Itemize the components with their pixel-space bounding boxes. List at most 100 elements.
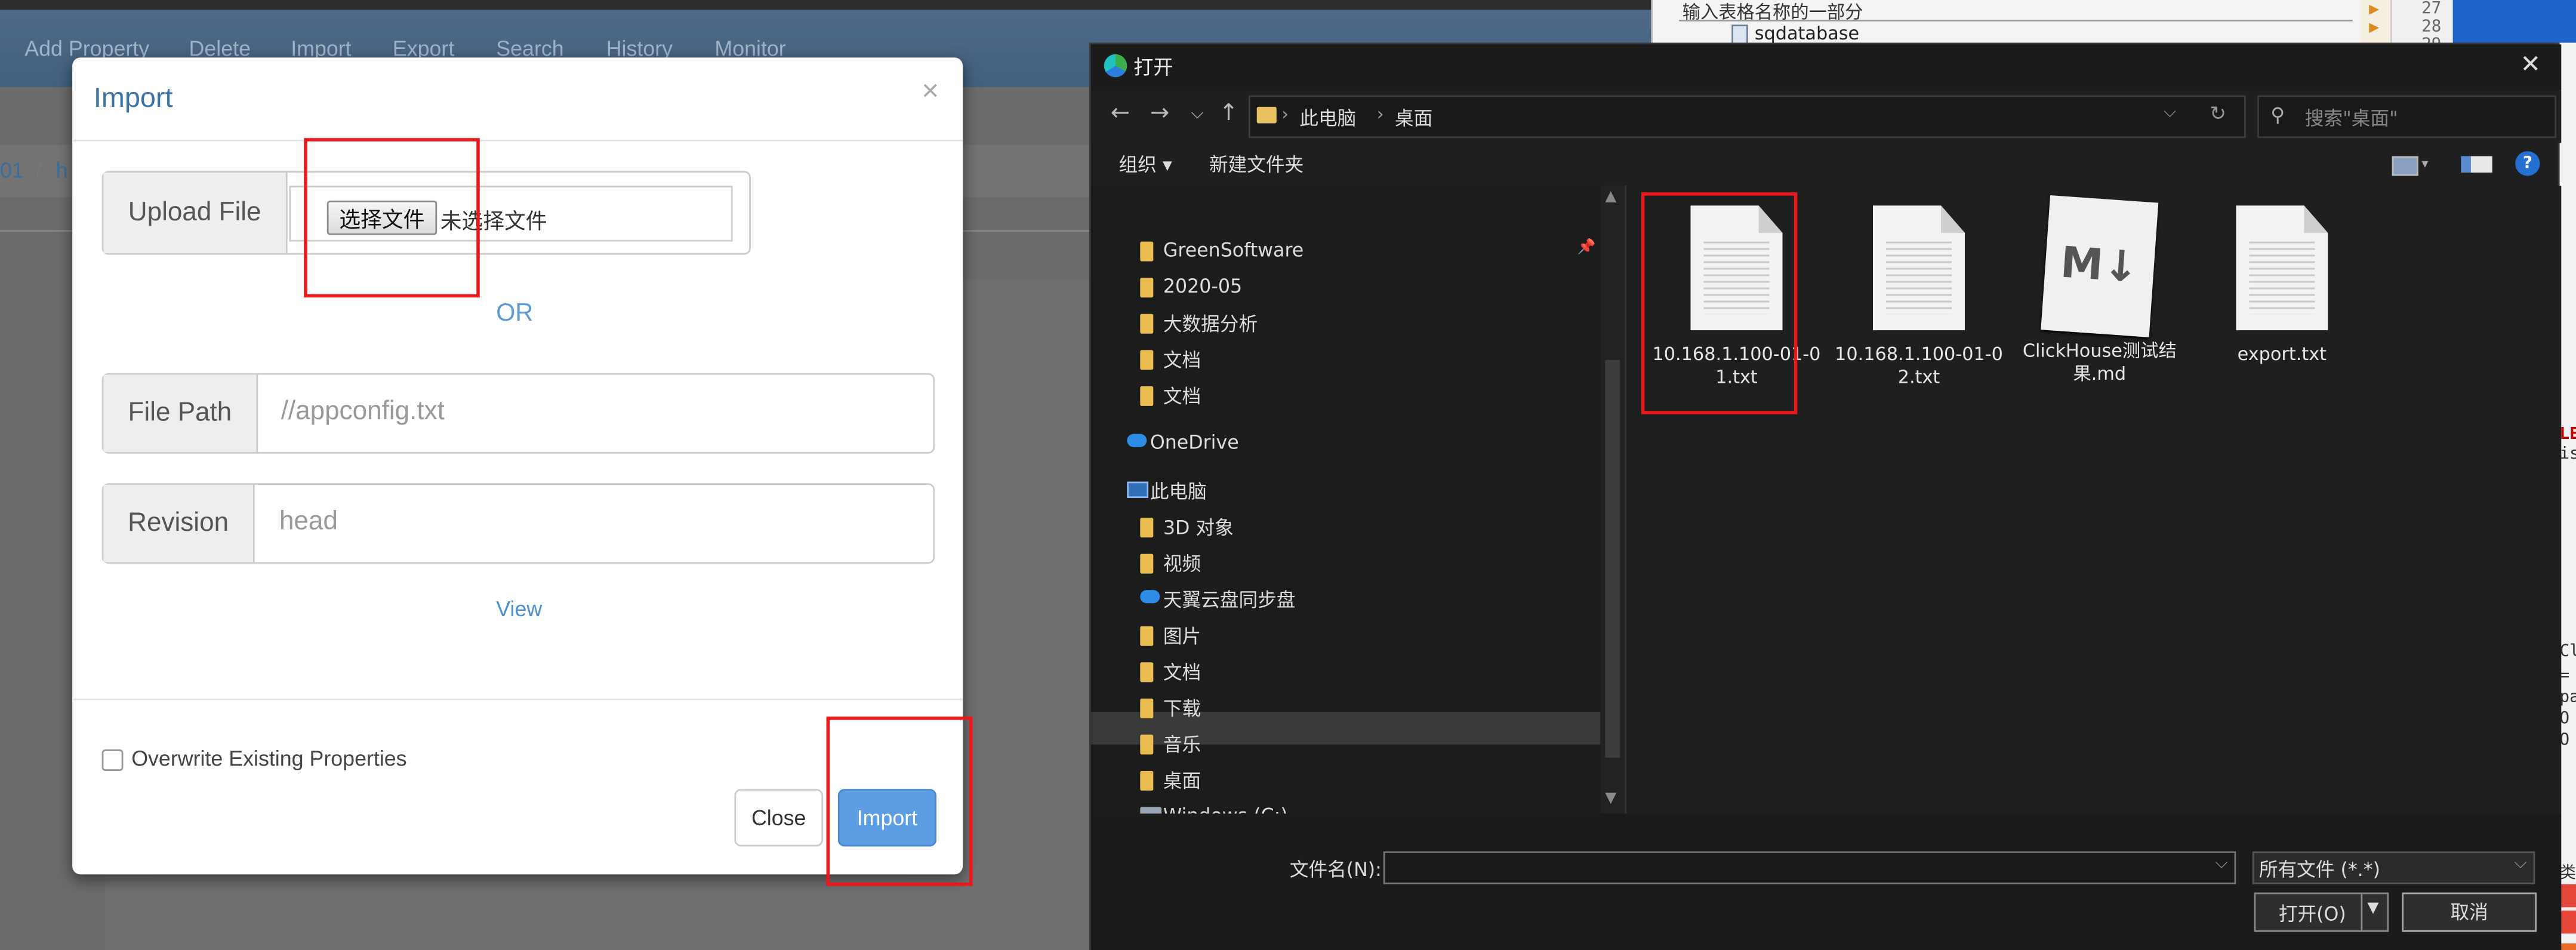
nav-item[interactable]: Windows (C:) — [1163, 804, 1288, 814]
organize-menu[interactable]: 组织 ▾ — [1119, 151, 1172, 177]
new-folder-button[interactable]: 新建文件夹 — [1209, 151, 1304, 177]
nav-item[interactable]: 视频 — [1163, 551, 1201, 577]
nav-item[interactable]: 2020-05 — [1163, 275, 1242, 298]
search-box[interactable]: ⚲ 搜索"桌面" — [2257, 95, 2557, 139]
editor-line-numbers: 27 28 29 — [2390, 0, 2455, 54]
scrollbar-thumb[interactable] — [1605, 359, 1620, 758]
overwrite-label[interactable]: Overwrite Existing Properties — [131, 746, 406, 771]
close-button[interactable]: Close — [734, 789, 824, 847]
filetype-select[interactable]: 所有文件 (*.*) ⌵ — [2252, 851, 2535, 884]
back-arrow-icon[interactable]: ← — [1111, 100, 1130, 127]
nav-item[interactable]: 文档 — [1163, 659, 1201, 685]
forward-arrow-icon[interactable]: → — [1150, 100, 1169, 127]
editor-text-fragment: 类 — [2559, 864, 2576, 883]
cloud-icon — [1140, 590, 1160, 604]
divider — [1679, 20, 2353, 21]
scroll-up-icon[interactable]: ▲ — [1605, 189, 1616, 206]
file-item[interactable]: M↓ ClickHouse测试结果.md — [2014, 195, 2185, 386]
highlight-box-import — [826, 717, 973, 886]
error-marker — [2559, 884, 2576, 908]
nav-item[interactable]: 音乐 — [1163, 731, 1201, 758]
chevron-down-icon[interactable]: ▾ — [2421, 156, 2428, 171]
nav-item[interactable]: 天翼云盘同步盘 — [1163, 587, 1296, 613]
divider — [72, 698, 963, 700]
nav-item[interactable]: 文档 — [1163, 383, 1201, 409]
cancel-button[interactable]: 取消 — [2402, 892, 2537, 932]
text-file-icon — [1872, 205, 1965, 331]
file-path-label: File Path — [103, 374, 258, 452]
nav-item[interactable]: 大数据分析 — [1163, 310, 1258, 337]
open-button[interactable]: 打开(O) ▼ — [2254, 892, 2389, 932]
chevron-down-icon[interactable]: ⌵ — [2216, 854, 2228, 872]
folder-icon — [1140, 698, 1154, 718]
nav-item[interactable]: 图片 — [1163, 623, 1201, 649]
address-bar[interactable]: › 此电脑 › 桌面 ⌵ ↻ — [1248, 95, 2246, 139]
breadcrumb-item[interactable]: 01 — [0, 158, 24, 182]
line-number: 28 — [2421, 18, 2442, 36]
preview-pane-icon[interactable] — [2461, 156, 2492, 173]
search-icon: ⚲ — [2270, 103, 2285, 127]
revision-input[interactable]: head — [279, 508, 338, 538]
error-marker — [2559, 910, 2576, 934]
markdown-file-icon: M↓ — [2041, 195, 2159, 337]
chevron-down-icon[interactable]: ⌵ — [1191, 105, 1204, 123]
view-options-icon[interactable] — [2392, 156, 2418, 176]
up-arrow-icon[interactable]: ↑ — [1219, 100, 1238, 127]
file-item[interactable]: 10.168.1.100-01-02.txt — [1834, 205, 2004, 389]
file-name: export.txt — [2237, 343, 2327, 365]
dropdown-arrow-icon[interactable]: ▼ — [2367, 900, 2378, 917]
marker-arrow-icon: ▶ — [2369, 20, 2380, 35]
navigation-pane: GreenSoftware 2020-05 大数据分析 文档 文档 OneDrive 此电脑… — [1090, 186, 1625, 814]
editor-text-fragment: pa — [2559, 688, 2576, 707]
revision-label: Revision — [103, 485, 255, 562]
file-name: ClickHouse测试结果.md — [2022, 340, 2177, 385]
pin-icon[interactable]: 📌 — [1577, 240, 1595, 257]
browser-icon — [1104, 54, 1127, 78]
breadcrumb-item[interactable]: h — [56, 158, 68, 182]
nav-item[interactable]: GreenSoftware — [1163, 238, 1304, 262]
cloud-icon — [1127, 434, 1147, 447]
chevron-right-icon: › — [1281, 103, 1289, 125]
revision-group: Revision head — [101, 483, 935, 564]
editor-text-fragment: is — [2559, 445, 2576, 464]
filename-input[interactable]: ⌵ — [1383, 851, 2236, 884]
highlight-box-choose-file — [304, 138, 480, 298]
address-crumb-pc[interactable]: 此电脑 — [1299, 105, 1356, 131]
upload-file-label: Upload File — [103, 173, 288, 253]
folder-icon — [1140, 278, 1154, 298]
nav-item[interactable]: 此电脑 — [1150, 478, 1207, 505]
file-item[interactable]: export.txt — [2196, 205, 2367, 367]
divider — [2361, 894, 2363, 930]
editor-text-fragment: LE — [2559, 425, 2576, 444]
view-link[interactable]: View — [496, 597, 542, 621]
marker-arrow-icon: ▶ — [2369, 1, 2380, 17]
folder-icon — [1140, 770, 1154, 791]
nav-item[interactable]: 文档 — [1163, 347, 1201, 373]
close-icon[interactable]: ✕ — [2520, 50, 2541, 79]
nav-scrollbar[interactable]: ▲ ▼ — [1600, 186, 1625, 814]
close-icon[interactable]: × — [922, 74, 939, 109]
help-icon[interactable]: ? — [2515, 151, 2540, 176]
breadcrumb-separator: / — [36, 158, 42, 183]
nav-item[interactable]: OneDrive — [1150, 431, 1239, 454]
chevron-down-icon: ⌵ — [2514, 854, 2527, 873]
chevron-down-icon[interactable]: ⌵ — [2164, 103, 2176, 121]
overwrite-checkbox[interactable] — [101, 749, 124, 771]
dialog-footer: 文件名(N): ⌵ 所有文件 (*.*) ⌵ 打开(O) ▼ 取消 — [1090, 813, 2562, 950]
divider — [72, 139, 963, 142]
nav-item[interactable]: 下载 — [1163, 695, 1201, 721]
scroll-down-icon[interactable]: ▼ — [1605, 791, 1616, 807]
refresh-icon[interactable]: ↻ — [2210, 102, 2226, 125]
folder-icon — [1140, 554, 1154, 574]
nav-item[interactable]: 3D 对象 — [1163, 515, 1234, 541]
tree-node-sqdatabase[interactable]: sqdatabase — [1755, 23, 1859, 45]
file-name: 10.168.1.100-01-02.txt — [1835, 343, 2003, 388]
file-path-input[interactable]: //appconfig.txt — [281, 398, 445, 428]
nav-item[interactable]: 桌面 — [1163, 767, 1201, 794]
background-window-blue — [2452, 0, 2576, 43]
drive-icon — [1140, 807, 1162, 814]
chevron-right-icon: › — [1376, 103, 1384, 125]
dialog-toolbar: 组织 ▾ 新建文件夹 ▾ ? — [1091, 143, 2562, 186]
address-crumb-desktop[interactable]: 桌面 — [1395, 105, 1432, 131]
or-separator: OR — [496, 299, 534, 327]
